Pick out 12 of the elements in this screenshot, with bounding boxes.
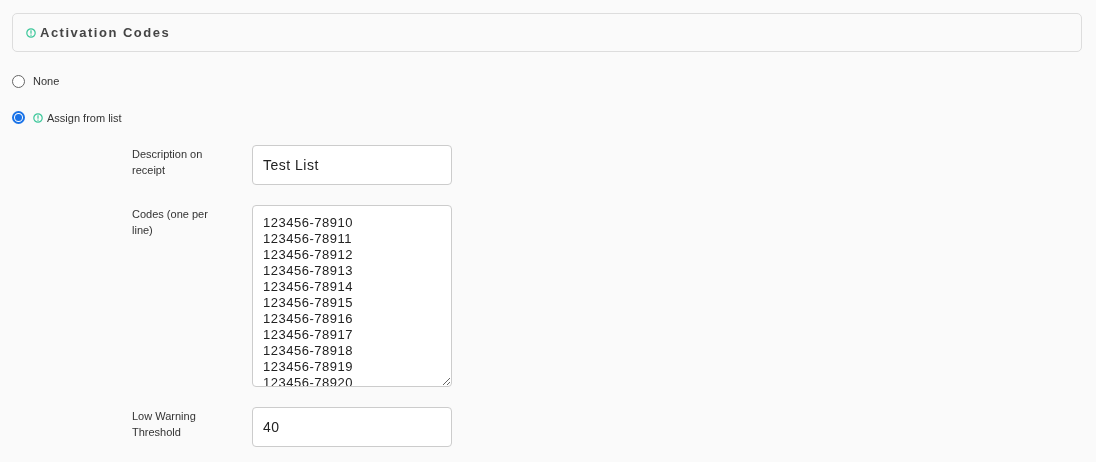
- field-label: Low Warning Threshold: [132, 409, 197, 440]
- info-icon: [26, 27, 36, 38]
- field-label: Codes (one per line): [132, 207, 209, 238]
- radio-button[interactable]: [12, 111, 25, 125]
- text-field[interactable]: 40: [252, 407, 452, 447]
- field-label: Description on receipt: [132, 147, 204, 178]
- option-label: Assign from list: [47, 110, 122, 126]
- radio-button[interactable]: [12, 74, 25, 88]
- option-label: None: [33, 74, 60, 89]
- section-title: Activation Codes: [40, 23, 171, 42]
- text-field[interactable]: Test List: [252, 145, 452, 185]
- info-icon: [33, 112, 43, 123]
